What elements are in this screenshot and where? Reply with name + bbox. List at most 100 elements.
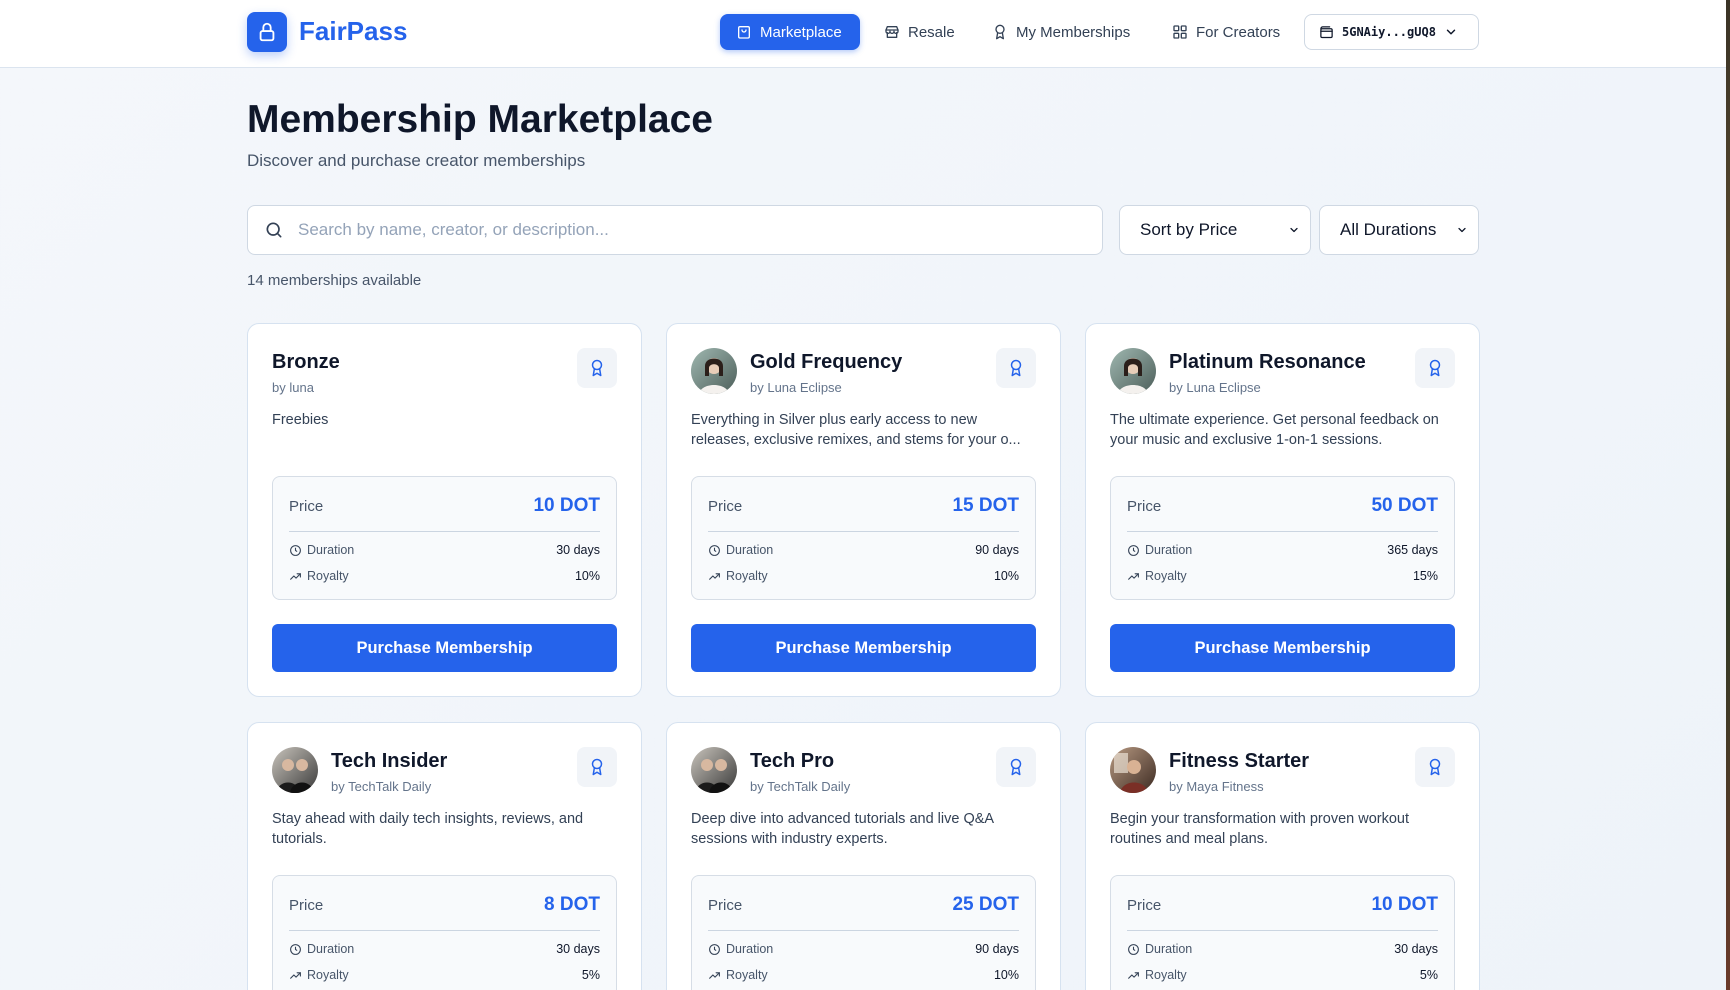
avatar xyxy=(1110,747,1156,793)
duration-label: Duration xyxy=(307,942,355,956)
royalty-row: Royalty 10% xyxy=(289,567,600,585)
badge xyxy=(996,348,1036,388)
duration-row: Duration 30 days xyxy=(289,940,600,958)
membership-card: Tech Pro by TechTalk Daily Deep dive int… xyxy=(666,722,1061,990)
award-icon xyxy=(1429,758,1441,776)
card-title: Platinum Resonance xyxy=(1169,351,1366,373)
price-box: Price 25 DOT Duration 90 days Royalty 10… xyxy=(691,875,1036,990)
logo[interactable] xyxy=(247,12,287,52)
card-creator: by TechTalk Daily xyxy=(331,779,432,794)
card-description: Freebies xyxy=(272,412,329,428)
memberships-count: 14 memberships available xyxy=(247,272,422,289)
royalty-label: Royalty xyxy=(726,968,768,982)
nav-my-memberships-label: My Memberships xyxy=(1016,23,1131,41)
trending-up-icon xyxy=(709,971,720,979)
sort-select-value: Sort by Price xyxy=(1140,220,1238,239)
nav-for-creators-label: For Creators xyxy=(1196,23,1281,41)
royalty-label: Royalty xyxy=(307,569,349,583)
trending-up-icon xyxy=(1128,572,1139,580)
price-box: Price 50 DOT Duration 365 days Royalty 1… xyxy=(1110,476,1455,600)
price-value: 50 DOT xyxy=(1371,495,1438,516)
search-input[interactable] xyxy=(298,220,1078,240)
membership-card: Bronze by luna Freebies Price 10 DOT Dur… xyxy=(247,323,642,697)
chevron-down-icon xyxy=(1290,227,1298,233)
card-creator: by TechTalk Daily xyxy=(750,779,851,794)
search-icon xyxy=(266,222,282,238)
card-creator: by Luna Eclipse xyxy=(1169,380,1261,395)
price-label: Price xyxy=(1127,498,1162,515)
royalty-label: Royalty xyxy=(1145,569,1187,583)
card-creator: by luna xyxy=(272,380,314,395)
wallet-button[interactable]: 5GNAiy...gUQ8 xyxy=(1304,14,1479,50)
app-name[interactable]: FairPass xyxy=(299,16,407,47)
award-icon xyxy=(591,359,603,377)
card-title: Tech Pro xyxy=(750,750,835,772)
royalty-label: Royalty xyxy=(1145,968,1187,982)
duration-select-value: All Durations xyxy=(1340,220,1437,239)
royalty-value: 10% xyxy=(574,569,600,583)
card-description: Begin your transformation with proven wo… xyxy=(1110,811,1410,847)
card-title: Fitness Starter xyxy=(1169,750,1310,772)
duration-label: Duration xyxy=(726,942,774,956)
divider xyxy=(289,930,600,931)
badge xyxy=(577,747,617,787)
chevron-down-icon xyxy=(1458,227,1466,233)
page-subtitle: Discover and purchase creator membership… xyxy=(247,151,586,170)
card-title: Gold Frequency xyxy=(750,351,903,373)
card-creator: by Maya Fitness xyxy=(1169,779,1264,794)
purchase-membership-button[interactable]: Purchase Membership xyxy=(691,624,1036,672)
badge xyxy=(996,747,1036,787)
grid-icon xyxy=(1173,25,1187,39)
price-box: Price 10 DOT Duration 30 days Royalty 5% xyxy=(1110,875,1455,990)
price-value: 15 DOT xyxy=(952,495,1019,516)
trending-up-icon xyxy=(1128,971,1139,979)
trending-up-icon xyxy=(290,572,301,580)
membership-card: Fitness Starter by Maya Fitness Begin yo… xyxy=(1085,722,1480,990)
clock-icon xyxy=(1128,544,1139,556)
royalty-row: Royalty 5% xyxy=(1127,966,1438,984)
clock-icon xyxy=(290,943,301,955)
duration-value: 30 days xyxy=(1394,942,1438,956)
royalty-value: 5% xyxy=(581,968,600,982)
price-label: Price xyxy=(708,498,743,515)
duration-label: Duration xyxy=(1145,543,1193,557)
card-creator: by Luna Eclipse xyxy=(750,380,842,395)
award-icon xyxy=(995,24,1005,40)
royalty-row: Royalty 5% xyxy=(289,966,600,984)
divider xyxy=(1127,531,1438,532)
trending-up-icon xyxy=(290,971,301,979)
nav-my-memberships[interactable]: My Memberships xyxy=(976,14,1146,50)
card-description: Everything in Silver plus early access t… xyxy=(691,412,1021,448)
membership-card: Platinum Resonance by Luna Eclipse The u… xyxy=(1085,323,1480,697)
sort-select[interactable]: Sort by Price xyxy=(1119,205,1311,255)
price-label: Price xyxy=(708,897,743,914)
duration-row: Duration 30 days xyxy=(1127,940,1438,958)
nav-for-creators[interactable]: For Creators xyxy=(1156,14,1296,50)
price-label: Price xyxy=(289,897,324,914)
award-icon xyxy=(1010,758,1022,776)
duration-label: Duration xyxy=(1145,942,1193,956)
membership-card: Gold Frequency by Luna Eclipse Everythin… xyxy=(666,323,1061,697)
purchase-membership-button[interactable]: Purchase Membership xyxy=(272,624,617,672)
search-box[interactable] xyxy=(247,205,1103,255)
royalty-label: Royalty xyxy=(307,968,349,982)
royalty-value: 10% xyxy=(993,968,1019,982)
nav-resale[interactable]: Resale xyxy=(868,14,971,50)
duration-value: 90 days xyxy=(975,543,1019,557)
royalty-value: 10% xyxy=(993,569,1019,583)
page-title: Membership Marketplace xyxy=(247,98,714,141)
purchase-membership-button[interactable]: Purchase Membership xyxy=(1110,624,1455,672)
duration-label: Duration xyxy=(726,543,774,557)
award-icon xyxy=(1010,359,1022,377)
price-label: Price xyxy=(289,498,324,515)
shopping-bag-icon xyxy=(738,25,750,39)
duration-row: Duration 365 days xyxy=(1127,541,1438,559)
avatar xyxy=(691,747,737,793)
price-box: Price 15 DOT Duration 90 days Royalty 10… xyxy=(691,476,1036,600)
chevron-down-icon xyxy=(1446,29,1456,35)
clock-icon xyxy=(709,943,720,955)
nav-marketplace[interactable]: Marketplace xyxy=(720,14,860,50)
duration-select[interactable]: All Durations xyxy=(1319,205,1479,255)
royalty-row: Royalty 10% xyxy=(708,966,1019,984)
membership-card: Tech Insider by TechTalk Daily Stay ahea… xyxy=(247,722,642,990)
